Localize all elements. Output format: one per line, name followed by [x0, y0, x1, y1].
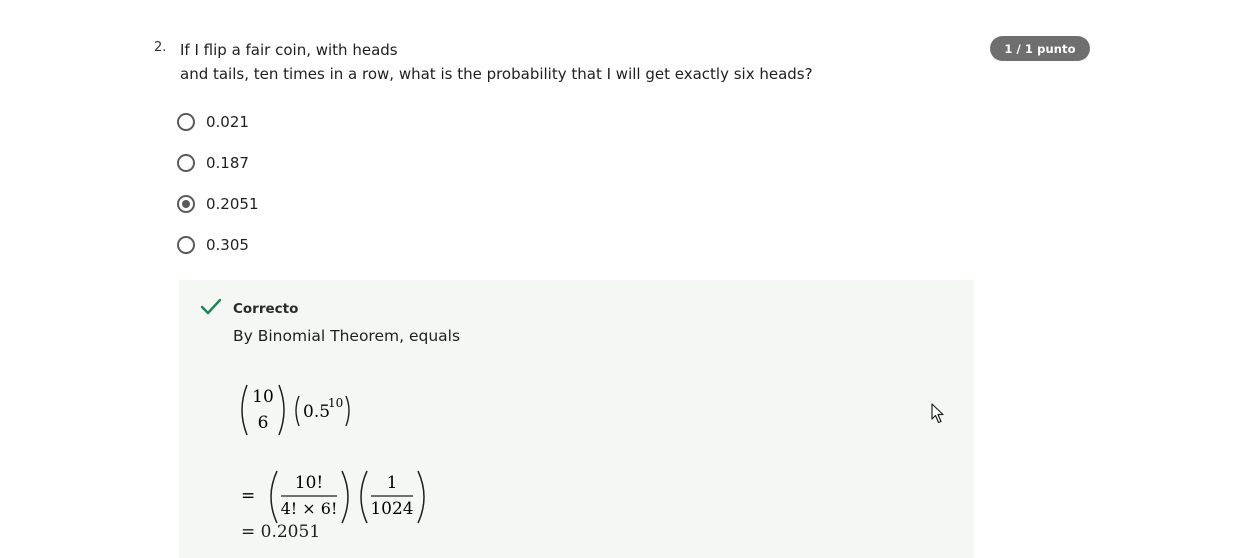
radio-button-selected[interactable]	[177, 194, 195, 213]
feedback-explanation: By Binomial Theorem, equals	[233, 327, 461, 345]
option-0.2051[interactable]: 0.2051	[177, 183, 259, 224]
frac2-denominator: 1024	[370, 499, 413, 519]
radio-button[interactable]	[177, 153, 195, 172]
option-label: 0.2051	[206, 194, 259, 213]
option-label: 0.187	[206, 153, 249, 172]
radio-button[interactable]	[177, 112, 195, 131]
radio-dot	[182, 199, 190, 208]
binom-top: 10	[252, 387, 274, 407]
check-icon	[200, 298, 222, 315]
frac1-numerator: 10!	[295, 473, 323, 493]
radio-button[interactable]	[177, 235, 195, 254]
points-badge: 1 / 1 punto	[990, 36, 1090, 61]
frac2-numerator: 1	[387, 473, 398, 493]
option-0.187[interactable]: 0.187	[177, 142, 259, 183]
question-text-line-1: If I flip a fair coin, with heads	[180, 41, 398, 59]
binom-bottom: 6	[258, 413, 269, 433]
feedback-panel: Correcto By Binomial Theorem, equals 10 …	[179, 280, 974, 558]
power-base: 0.5	[303, 402, 330, 422]
answer-options: 0.021 0.187 0.2051 0.305	[177, 101, 259, 265]
question-text: If I flip a fair coin, with heads and ta…	[180, 38, 900, 86]
math-result: = 0.2051	[241, 522, 321, 542]
power-exponent: 10	[328, 396, 343, 410]
feedback-status: Correcto	[233, 301, 299, 317]
question-text-line-2: and tails, ten times in a row, what is t…	[180, 65, 813, 83]
option-label: 0.021	[206, 112, 249, 131]
option-label: 0.305	[206, 235, 249, 254]
math-binomial-expression: 10 6 0.5 10	[241, 384, 350, 436]
question-number: 2.	[154, 40, 167, 55]
equals-sign: =	[241, 486, 255, 506]
math-fraction-expression: = 10! 4! × 6! 1 1024	[241, 470, 425, 524]
mouse-pointer-icon	[931, 403, 944, 424]
frac1-denominator: 4! × 6!	[281, 499, 338, 518]
option-0.021[interactable]: 0.021	[177, 101, 259, 142]
option-0.305[interactable]: 0.305	[177, 224, 259, 265]
quiz-page: 2. If I flip a fair coin, with heads and…	[0, 0, 1246, 558]
